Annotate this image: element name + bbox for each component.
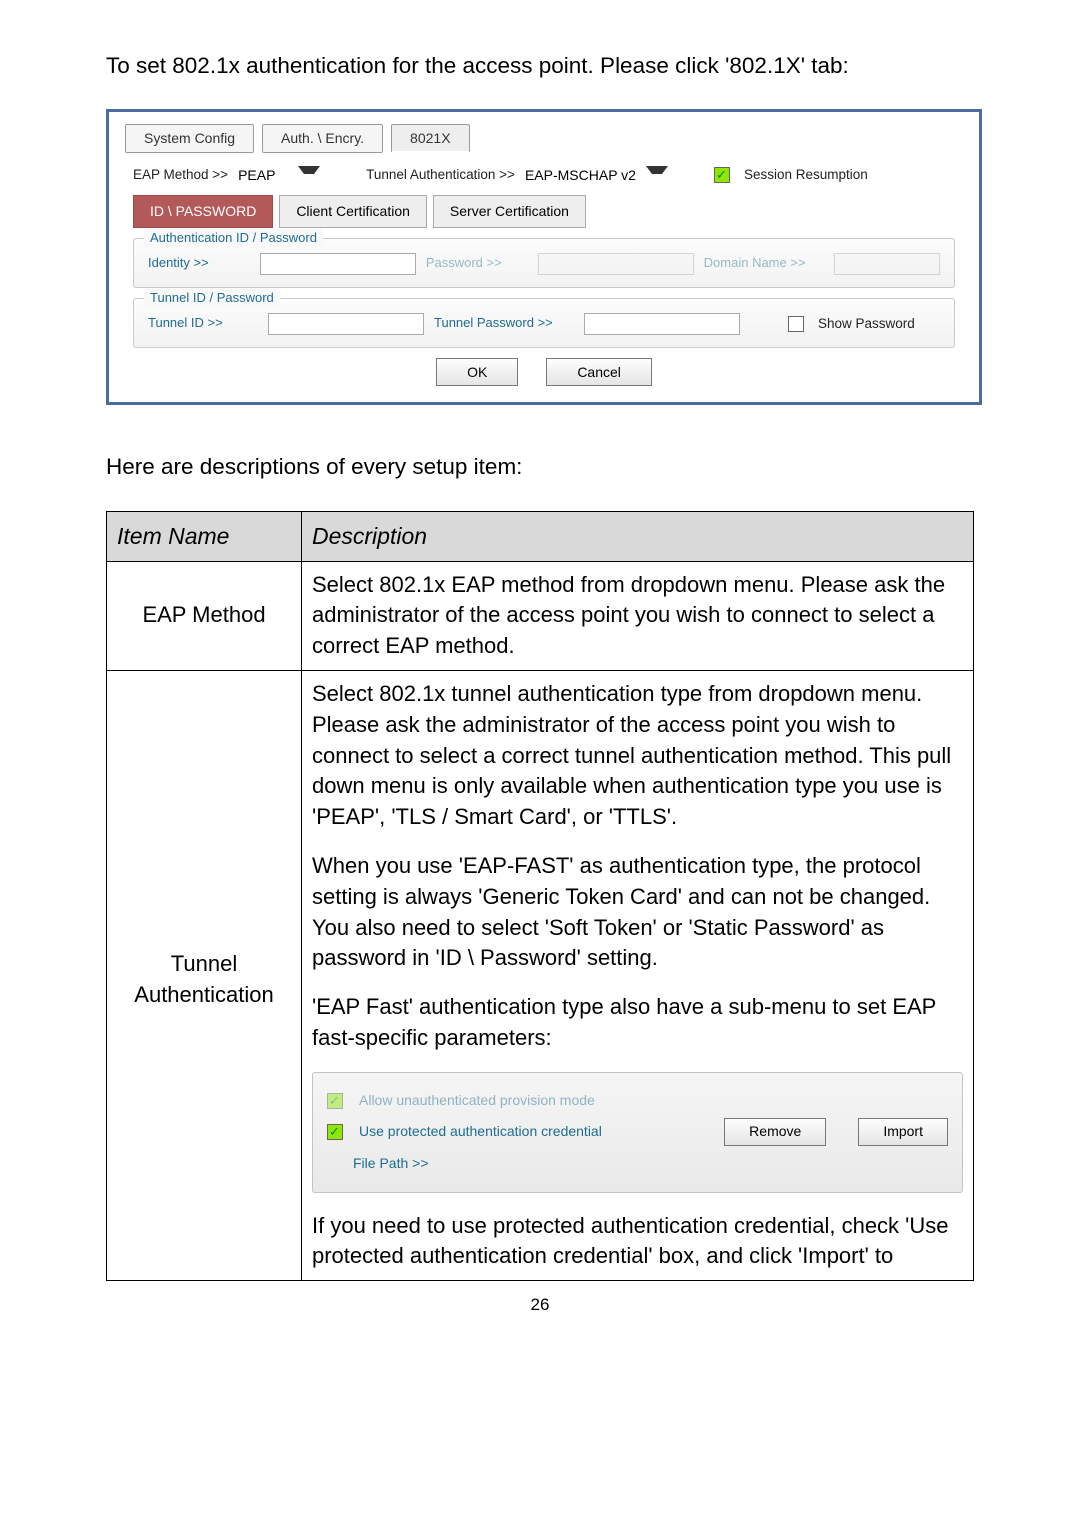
fieldset-tunnel-id-password: Tunnel ID / Password Tunnel ID >> Tunnel… xyxy=(133,298,955,348)
use-credential-checkbox[interactable] xyxy=(327,1124,343,1140)
tunnel-auth-label: Tunnel Authentication >> xyxy=(366,165,515,185)
legend-auth-id-password: Authentication ID / Password xyxy=(144,229,323,248)
chevron-down-icon xyxy=(298,166,320,184)
header-description: Description xyxy=(302,512,974,561)
eap-fast-subpanel: Allow unauthenticated provision mode Use… xyxy=(312,1072,963,1193)
session-resumption-label: Session Resumption xyxy=(744,165,868,185)
domain-label: Domain Name >> xyxy=(704,254,824,273)
intro-paragraph: To set 802.1x authentication for the acc… xyxy=(106,50,974,83)
use-credential-label: Use protected authentication credential xyxy=(359,1122,602,1142)
eap-method-value: PEAP xyxy=(238,165,288,185)
row-tunnel-auth-name: Tunnel Authentication xyxy=(117,949,291,1011)
show-password-label: Show Password xyxy=(818,314,915,334)
chevron-down-icon xyxy=(646,166,668,184)
row-eap-method-name: EAP Method xyxy=(107,561,302,670)
tunnel-auth-value: EAP-MSCHAP v2 xyxy=(525,165,636,185)
tab-id-password[interactable]: ID \ PASSWORD xyxy=(133,195,273,227)
tunnel-password-label: Tunnel Password >> xyxy=(434,314,574,333)
tunnel-auth-p4: If you need to use protected authenticat… xyxy=(312,1211,963,1273)
panel-8021x: System Config Auth. \ Encry. 8021X EAP M… xyxy=(106,109,982,405)
session-resumption-checkbox[interactable] xyxy=(714,167,730,183)
tab-client-cert[interactable]: Client Certification xyxy=(279,195,427,227)
identity-input[interactable] xyxy=(260,253,416,275)
tunnel-id-input[interactable] xyxy=(268,313,424,335)
tab-server-cert[interactable]: Server Certification xyxy=(433,195,586,227)
file-path-label: File Path >> xyxy=(353,1154,429,1174)
here-are-paragraph: Here are descriptions of every setup ite… xyxy=(106,451,974,484)
allow-unauth-label: Allow unauthenticated provision mode xyxy=(359,1091,595,1111)
tunnel-auth-p3: 'EAP Fast' authentication type also have… xyxy=(312,992,963,1054)
row-tunnel-auth-desc: Select 802.1x tunnel authentication type… xyxy=(302,671,974,1281)
tunnel-auth-p1: Select 802.1x tunnel authentication type… xyxy=(312,679,963,833)
tunnel-auth-select[interactable]: EAP-MSCHAP v2 xyxy=(525,165,668,185)
tunnel-auth-p2: When you use 'EAP-FAST' as authenticatio… xyxy=(312,851,963,974)
remove-button[interactable]: Remove xyxy=(724,1118,826,1146)
fieldset-auth-id-password: Authentication ID / Password Identity >>… xyxy=(133,238,955,288)
identity-label: Identity >> xyxy=(148,254,250,273)
eap-method-label: EAP Method >> xyxy=(133,165,228,185)
page-number: 26 xyxy=(0,1293,1080,1318)
show-password-checkbox[interactable] xyxy=(788,316,804,332)
tab-auth-encry[interactable]: Auth. \ Encry. xyxy=(262,124,383,153)
import-button[interactable]: Import xyxy=(858,1118,948,1146)
tab-8021x[interactable]: 8021X xyxy=(391,124,469,153)
tunnel-password-input[interactable] xyxy=(584,313,740,335)
tab-system-config[interactable]: System Config xyxy=(125,124,254,153)
description-table: Item Name Description EAP Method Select … xyxy=(106,511,974,1281)
eap-method-select[interactable]: PEAP xyxy=(238,165,320,185)
header-item-name: Item Name xyxy=(107,512,302,561)
row-eap-method-desc: Select 802.1x EAP method from dropdown m… xyxy=(302,561,974,670)
password-input xyxy=(538,253,694,275)
ok-button[interactable]: OK xyxy=(436,358,518,386)
password-label: Password >> xyxy=(426,254,528,273)
tunnel-id-label: Tunnel ID >> xyxy=(148,314,258,333)
cancel-button[interactable]: Cancel xyxy=(546,358,652,386)
legend-tunnel-id-password: Tunnel ID / Password xyxy=(144,289,280,308)
allow-unauth-checkbox xyxy=(327,1093,343,1109)
domain-input xyxy=(834,253,940,275)
